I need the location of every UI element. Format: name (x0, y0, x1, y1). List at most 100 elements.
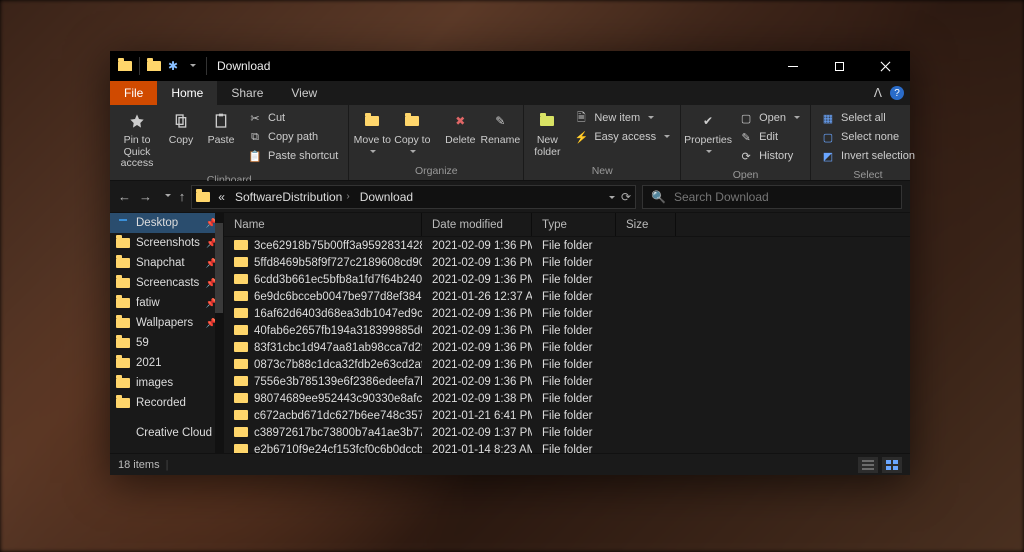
table-row[interactable]: 98074689ee952443c90330e8afca56e82021-02-… (224, 390, 910, 407)
cut-icon: ✂ (248, 111, 262, 125)
desktop-icon (116, 218, 130, 229)
table-row[interactable]: 7556e3b785139e6f2386edeefa7b0d8e2021-02-… (224, 373, 910, 390)
move-to-button[interactable]: Move to (353, 107, 391, 160)
help-icon[interactable]: ? (890, 86, 904, 100)
file-name: 98074689ee952443c90330e8afca56e8 (254, 393, 422, 405)
table-row[interactable]: e2b6710f9e24cf153fcf0c6b0dccb0362021-01-… (224, 441, 910, 453)
sidebar-item-label: Screencasts (136, 277, 199, 289)
menu-view[interactable]: View (277, 81, 331, 105)
table-row[interactable]: 40fab6e2657fb194a318399885d083dc2021-02-… (224, 322, 910, 339)
sidebar-item[interactable]: Snapchat📌 (110, 253, 223, 273)
menu-share[interactable]: Share (217, 81, 277, 105)
new-folder-icon (533, 109, 561, 133)
sidebar-item[interactable]: 59 (110, 333, 223, 353)
new-item-button[interactable]: 🗎New item (570, 109, 674, 127)
table-row[interactable]: 5ffd8469b58f9f727c2189608cd906b32021-02-… (224, 254, 910, 271)
search-input[interactable] (674, 190, 893, 204)
copy-to-button[interactable]: Copy to (393, 107, 431, 160)
folder-icon (234, 291, 248, 302)
table-row[interactable]: 16af62d6403d68ea3db1047ed9c5e79e2021-02-… (224, 305, 910, 322)
properties-button[interactable]: ✔ Properties (685, 107, 731, 160)
file-name: 0873c7b88c1dca32fdb2e63cd2af1250 (254, 359, 422, 371)
rename-button[interactable]: ✎ Rename (481, 107, 519, 149)
folder-icon (116, 318, 130, 329)
nav-history-button[interactable] (160, 191, 171, 202)
sidebar-item[interactable]: Desktop📌 (110, 213, 223, 233)
column-type[interactable]: Type (532, 213, 616, 236)
column-date-modified[interactable]: Date modified (422, 213, 532, 236)
sidebar-scrollbar-thumb[interactable] (215, 223, 223, 313)
new-folder-button[interactable]: New folder (528, 107, 566, 160)
move-to-icon (358, 109, 386, 133)
file-date: 2021-01-14 8:23 AM (422, 444, 532, 454)
maximize-button[interactable] (816, 51, 862, 81)
file-date: 2021-02-09 1:36 PM (422, 308, 532, 320)
navigation-pane[interactable]: Desktop📌Screenshots📌Snapchat📌Screencasts… (110, 213, 224, 453)
status-bar: 18 items | (110, 453, 910, 475)
menu-file[interactable]: File (110, 81, 157, 105)
qat-folder-icon[interactable] (145, 57, 163, 75)
breadcrumb-prefix[interactable]: « (214, 190, 229, 204)
sidebar-item[interactable]: Creative Cloud Fil (110, 423, 223, 443)
sidebar-item[interactable]: Wallpapers📌 (110, 313, 223, 333)
paste-shortcut-button[interactable]: 📋Paste shortcut (244, 147, 342, 165)
close-button[interactable] (862, 51, 908, 81)
edit-button[interactable]: ✎Edit (735, 128, 804, 146)
file-date: 2021-02-09 1:36 PM (422, 240, 532, 252)
column-size[interactable]: Size (616, 213, 676, 236)
open-button[interactable]: ▢Open (735, 109, 804, 127)
sidebar-item[interactable]: 2021 (110, 353, 223, 373)
file-date: 2021-02-09 1:36 PM (422, 257, 532, 269)
qat-properties-icon[interactable]: ✱ (164, 57, 182, 75)
copy-path-button[interactable]: ⧉Copy path (244, 128, 342, 146)
sidebar-item[interactable]: fatiw📌 (110, 293, 223, 313)
table-row[interactable]: c672acbd671dc627b6ee748c357391df2021-01-… (224, 407, 910, 424)
nav-up-button[interactable]: ↑ (179, 189, 186, 204)
refresh-icon[interactable]: ⟳ (621, 190, 631, 204)
menubar: File Home Share View ᐱ ? (110, 81, 910, 105)
sidebar-item[interactable]: Recorded (110, 393, 223, 413)
sidebar-item[interactable]: Screenshots📌 (110, 233, 223, 253)
file-name: 3ce62918b75b00ff3a95928314288dbe (254, 240, 422, 252)
file-type: File folder (532, 444, 616, 454)
address-history-icon[interactable] (604, 190, 615, 204)
navbar: ← → ↑ « SoftwareDistribution› Download ⟳… (110, 181, 910, 213)
select-all-button[interactable]: ▦Select all (817, 109, 919, 127)
table-row[interactable]: 0873c7b88c1dca32fdb2e63cd2af12502021-02-… (224, 356, 910, 373)
table-row[interactable]: 6cdd3b661ec5bfb8a1fd7f64b24012bc2021-02-… (224, 271, 910, 288)
ribbon-collapse-icon[interactable]: ᐱ (874, 86, 882, 100)
nav-forward-button[interactable]: → (139, 189, 152, 204)
sidebar-item-label: fatiw (136, 297, 160, 309)
menu-home[interactable]: Home (157, 81, 217, 105)
search-box[interactable]: 🔍 (642, 185, 902, 209)
paste-button[interactable]: Paste (202, 107, 240, 149)
easy-access-button[interactable]: ⚡Easy access (570, 128, 674, 146)
nav-back-button[interactable]: ← (118, 189, 131, 204)
sidebar-item-label: 59 (136, 337, 149, 349)
folder-icon (116, 278, 130, 289)
qat-more-icon[interactable] (183, 57, 201, 75)
pin-to-quick-access-button[interactable]: Pin to Quick access (114, 107, 160, 172)
invert-selection-button[interactable]: ◩Invert selection (817, 147, 919, 165)
address-bar[interactable]: « SoftwareDistribution› Download ⟳ (191, 185, 636, 209)
breadcrumb-item[interactable]: Download (356, 190, 417, 204)
file-type: File folder (532, 410, 616, 422)
table-row[interactable]: 6e9dc6bcceb0047be977d8ef384868d42021-01-… (224, 288, 910, 305)
sidebar-item[interactable]: Screencasts📌 (110, 273, 223, 293)
table-row[interactable]: 3ce62918b75b00ff3a95928314288dbe2021-02-… (224, 237, 910, 254)
column-name[interactable]: Name (224, 213, 422, 236)
cut-button[interactable]: ✂Cut (244, 109, 342, 127)
breadcrumb-item[interactable]: SoftwareDistribution› (231, 190, 354, 204)
details-view-button[interactable] (858, 457, 878, 473)
copy-to-icon (398, 109, 426, 133)
folder-icon (234, 359, 248, 370)
table-row[interactable]: 83f31cbc1d947aa81ab98cca7d2fbb942021-02-… (224, 339, 910, 356)
history-button[interactable]: ⟳History (735, 147, 804, 165)
thumbnails-view-button[interactable] (882, 457, 902, 473)
minimize-button[interactable] (770, 51, 816, 81)
delete-button[interactable]: ✖ Delete (441, 107, 479, 149)
copy-button[interactable]: Copy (162, 107, 200, 149)
sidebar-item[interactable]: images (110, 373, 223, 393)
table-row[interactable]: c38972617bc73800b7a41ae3b7770e812021-02-… (224, 424, 910, 441)
select-none-button[interactable]: ▢Select none (817, 128, 919, 146)
